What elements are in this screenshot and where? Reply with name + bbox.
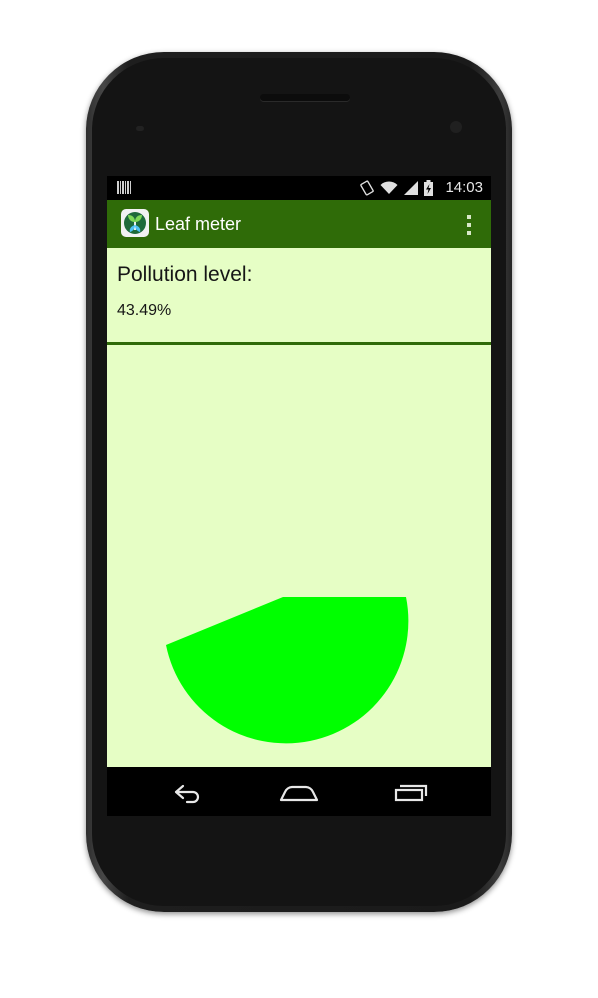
- wifi-icon: [380, 181, 398, 194]
- screen: 14:03 Leaf meter Pollution level: 43.49%: [107, 176, 491, 816]
- proximity-sensor: [136, 126, 144, 131]
- content-area: Pollution level: 43.49%: [107, 248, 491, 767]
- front-camera: [450, 121, 462, 133]
- home-icon[interactable]: [275, 775, 323, 809]
- signal-icon: [404, 181, 418, 195]
- pollution-value: 43.49%: [117, 302, 172, 319]
- overflow-menu-icon[interactable]: [457, 212, 481, 238]
- notification-barcode-icon: [117, 181, 131, 194]
- leaf-gauge: [166, 597, 409, 744]
- navigation-bar: [107, 767, 491, 816]
- recents-icon[interactable]: [387, 775, 435, 809]
- earpiece-speaker: [260, 94, 350, 101]
- status-bar: 14:03: [107, 176, 491, 200]
- battery-charging-icon: [424, 180, 433, 196]
- action-bar: Leaf meter: [107, 200, 491, 248]
- pollution-label: Pollution level:: [117, 263, 253, 286]
- app-title: Leaf meter: [155, 214, 242, 234]
- leaf-app-icon[interactable]: [121, 209, 149, 237]
- leaf-shape: [166, 597, 409, 744]
- status-icons: [360, 180, 433, 196]
- back-icon[interactable]: [163, 775, 211, 809]
- status-clock: 14:03: [445, 179, 483, 196]
- rotation-lock-icon: [360, 180, 374, 196]
